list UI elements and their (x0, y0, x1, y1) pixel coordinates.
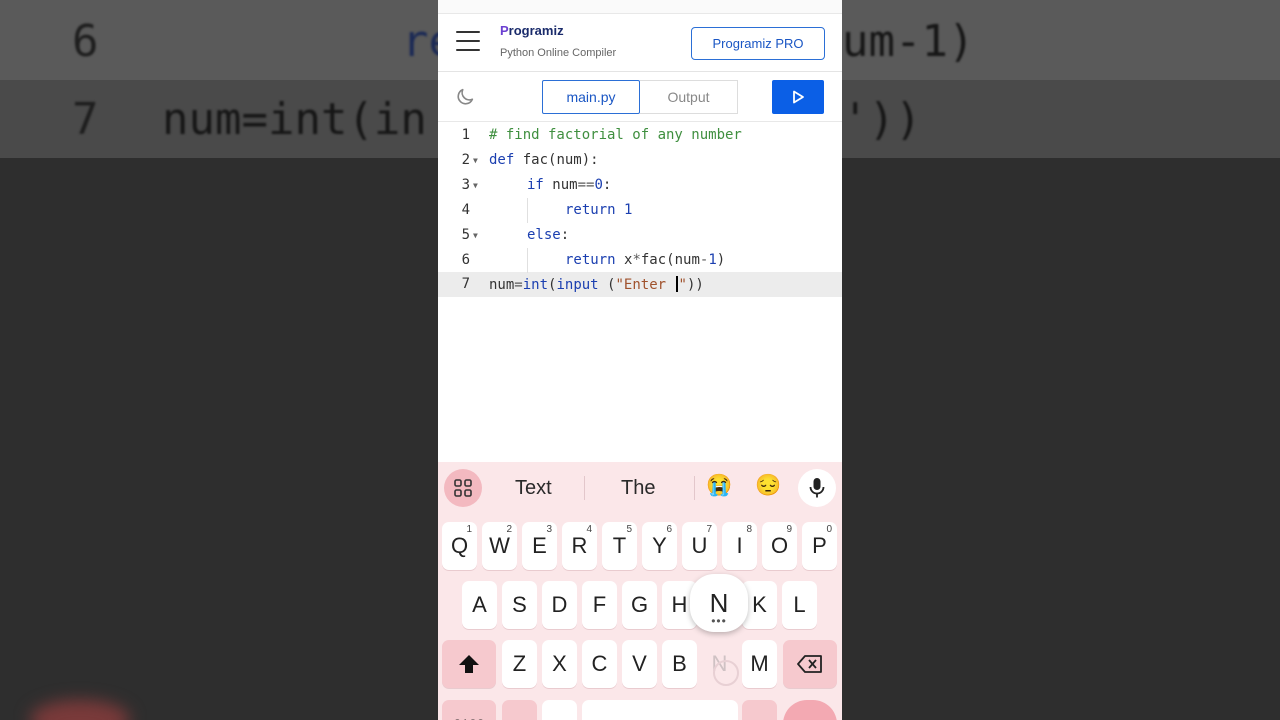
indent-guide (527, 198, 528, 223)
soft-keyboard: Text The 😭 😔 Q1 W2 E3 R4 T5 Y 6 U 7 I 8 … (438, 462, 842, 720)
key-m[interactable]: M (742, 640, 777, 688)
indent-guide (527, 248, 528, 273)
suggestion-divider (584, 476, 585, 500)
key-z[interactable]: Z (502, 640, 537, 688)
tab-main-py[interactable]: main.py (542, 80, 640, 114)
suggestion-2[interactable]: The (621, 477, 655, 500)
programiz-pro-button[interactable]: Programiz PRO (691, 27, 825, 60)
touch-ripple (713, 660, 739, 686)
key-t[interactable]: T5 (602, 522, 637, 570)
key-d[interactable]: D (542, 581, 577, 629)
key-o[interactable]: O9 (762, 522, 797, 570)
code-text: # find factorial of any number (489, 127, 742, 143)
code-text: return x*fac(num-1) (565, 252, 726, 268)
keyboard-apps-button[interactable] (444, 469, 482, 507)
key-w[interactable]: W2 (482, 522, 517, 570)
backspace-key[interactable] (783, 640, 837, 688)
suggestion-bar: Text The 😭 😔 (438, 462, 842, 514)
code-text: if num==0: (527, 177, 612, 193)
screen: 6 7 re um-1) num=int(in ')) Programiz Py… (0, 0, 1280, 720)
suggestion-1[interactable]: Text (515, 477, 552, 500)
run-button[interactable] (772, 80, 824, 114)
editor-toolbar: main.py Output (438, 72, 842, 122)
comma-key[interactable] (502, 700, 537, 720)
space-key[interactable] (582, 700, 738, 720)
line-number: 5 (461, 227, 470, 243)
key-v[interactable]: V (622, 640, 657, 688)
fold-arrow-icon[interactable]: ▼ (473, 181, 478, 190)
line-number: 6 (461, 252, 470, 268)
key-s[interactable]: S (502, 581, 537, 629)
fold-arrow-icon[interactable]: ▼ (473, 231, 478, 240)
key-r[interactable]: R4 (562, 522, 597, 570)
emoji-suggestion-1[interactable]: 😭 (706, 474, 732, 498)
line-number: 4 (461, 202, 470, 218)
text-cursor (675, 276, 678, 292)
shift-key[interactable] (442, 640, 496, 688)
code-line-active[interactable]: 7 num=int(input ("Enter ")) (438, 272, 842, 297)
code-line[interactable]: 5 ▼ else: (438, 223, 842, 248)
line-number: 7 (461, 276, 470, 292)
suggestion-divider (694, 476, 695, 500)
emoji-key[interactable] (542, 700, 577, 720)
code-line[interactable]: 2 ▼ def fac(num): (438, 148, 842, 173)
key-g[interactable]: G (622, 581, 657, 629)
background-line-number-7: 7 (72, 94, 99, 145)
enter-key[interactable] (783, 700, 837, 720)
key-popup-n[interactable]: N ••• (690, 574, 748, 632)
key-e[interactable]: E3 (522, 522, 557, 570)
code-line[interactable]: 6 return x*fac(num-1) (438, 248, 842, 273)
emoji-suggestion-2[interactable]: 😔 (755, 474, 781, 498)
app-header: Programiz Python Online Compiler Program… (438, 14, 842, 72)
brand-subtitle: Python Online Compiler (500, 47, 617, 59)
microphone-button[interactable] (798, 469, 836, 507)
code-line[interactable]: 3 ▼ if num==0: (438, 173, 842, 198)
key-c[interactable]: C (582, 640, 617, 688)
code-text: num=int(input ("Enter ")) (489, 276, 704, 293)
phone-screen: Programiz Python Online Compiler Program… (438, 0, 842, 720)
grid-icon (454, 479, 472, 497)
code-text: return 1 (565, 202, 633, 218)
backspace-icon (797, 655, 822, 673)
brand-logo[interactable]: Programiz (500, 23, 564, 38)
code-text: def fac(num): (489, 152, 599, 168)
fold-arrow-icon[interactable]: ▼ (473, 156, 478, 165)
tab-output[interactable]: Output (640, 80, 738, 114)
key-b[interactable]: B (662, 640, 697, 688)
code-line[interactable]: 1 # find factorial of any number (438, 123, 842, 148)
code-line[interactable]: 4 return 1 (438, 198, 842, 223)
key-f[interactable]: F (582, 581, 617, 629)
code-editor[interactable]: 1 # find factorial of any number 2 ▼ def… (438, 122, 842, 462)
background-code-6-right: um-1) (842, 16, 975, 67)
code-text: else: (527, 227, 570, 243)
background-line-number-6: 6 (72, 16, 99, 67)
key-y[interactable]: Y6 (642, 522, 677, 570)
moon-icon[interactable] (454, 86, 476, 108)
play-icon (793, 90, 804, 104)
line-number: 2 (461, 152, 470, 168)
menu-icon[interactable] (456, 31, 480, 51)
status-strip (438, 0, 842, 14)
symbols-key[interactable]: ?123 (442, 700, 496, 720)
key-x[interactable]: X (542, 640, 577, 688)
period-key[interactable] (742, 700, 777, 720)
microphone-icon (809, 478, 825, 498)
key-l[interactable]: L (782, 581, 817, 629)
popup-more-indicator: ••• (711, 614, 727, 628)
shift-icon (459, 655, 479, 673)
background-code-7-left: num=int(in (162, 94, 427, 145)
brand-mark: P (500, 23, 509, 38)
key-a[interactable]: A (462, 581, 497, 629)
key-p[interactable]: P0 (802, 522, 837, 570)
key-i[interactable]: I8 (722, 522, 757, 570)
brand-name: rogramiz (508, 23, 564, 38)
key-u[interactable]: U7 (682, 522, 717, 570)
line-number: 1 (461, 127, 470, 143)
background-code-7-right: ')) (842, 94, 922, 145)
key-q[interactable]: Q1 (442, 522, 477, 570)
line-number: 3 (461, 177, 470, 193)
